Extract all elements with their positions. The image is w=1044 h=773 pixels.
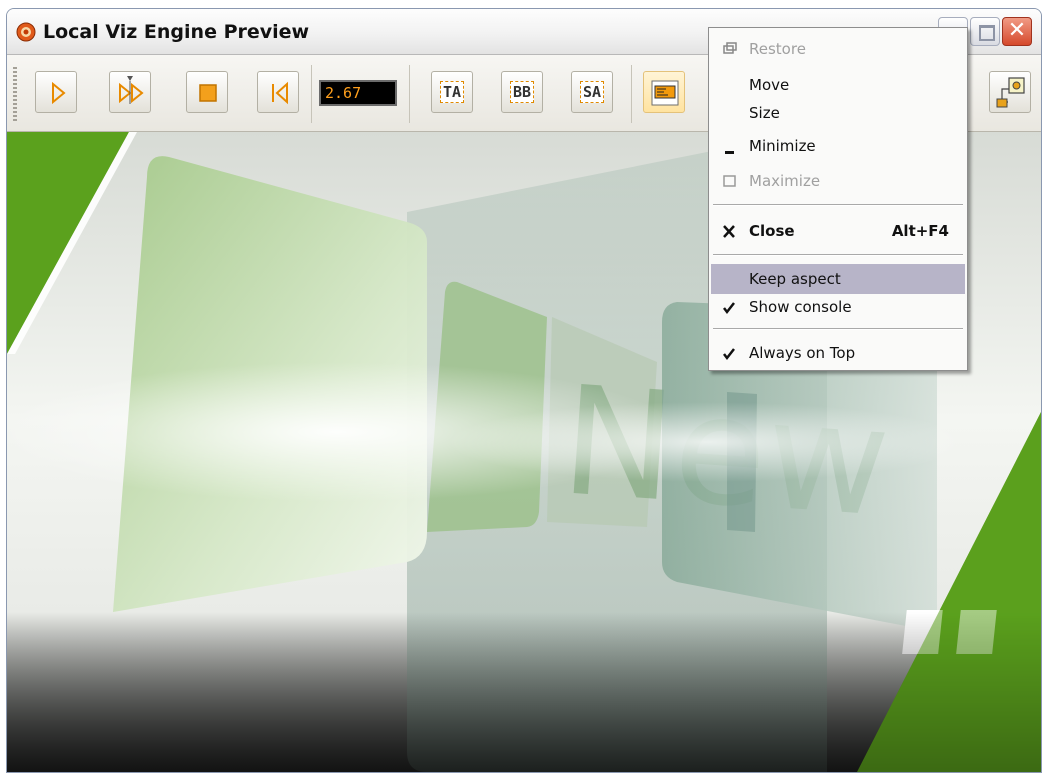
layout-button[interactable]	[643, 71, 685, 113]
menu-label: Close	[749, 222, 795, 240]
play-icon	[52, 81, 66, 105]
rewind-button[interactable]	[257, 71, 299, 113]
menu-item-move[interactable]: Move	[711, 70, 965, 100]
bb-button-label: BB	[509, 81, 535, 103]
menu-label: Restore	[749, 40, 806, 58]
restore-icon	[719, 38, 741, 60]
toolbar-separator	[409, 65, 410, 123]
menu-label: Keep aspect	[749, 270, 841, 288]
menu-item-show-console[interactable]: Show console	[711, 292, 965, 322]
timecode-display: 2.67	[319, 80, 397, 106]
stop-button[interactable]	[186, 71, 228, 113]
menu-separator	[713, 204, 963, 206]
layout-icon	[651, 80, 679, 106]
continue-button[interactable]	[109, 71, 151, 113]
maximize-icon	[719, 170, 741, 192]
continue-icon	[119, 76, 144, 104]
sa-button-label: SA	[579, 81, 605, 103]
maximize-window-button[interactable]	[970, 17, 1000, 46]
window-title: Local Viz Engine Preview	[43, 21, 310, 43]
menu-item-always-on-top[interactable]: Always on Top	[711, 338, 965, 368]
menu-label: Show console	[749, 298, 852, 316]
menu-label: Always on Top	[749, 344, 856, 362]
toolbar-grip[interactable]	[13, 67, 17, 121]
menu-label: Size	[749, 104, 780, 122]
connection-icon	[996, 77, 1025, 108]
menu-separator	[713, 254, 963, 256]
ta-button-label: TA	[439, 81, 465, 103]
close-window-button[interactable]: ✕	[1002, 17, 1032, 46]
close-x-icon	[719, 220, 741, 242]
menu-item-maximize[interactable]: Maximize	[711, 166, 965, 196]
system-menu: Restore Move Size Minimize Maximize Clos…	[708, 27, 968, 371]
connection-button[interactable]	[989, 71, 1031, 113]
checkmark-icon	[719, 342, 741, 364]
viz-app-icon	[16, 22, 36, 42]
stop-icon	[199, 84, 217, 102]
checkmark-icon	[719, 296, 741, 318]
menu-item-keep-aspect[interactable]: Keep aspect	[711, 264, 965, 294]
toolbar-separator	[311, 65, 312, 123]
menu-item-minimize[interactable]: Minimize	[711, 131, 965, 161]
menu-item-restore[interactable]: Restore	[711, 34, 965, 64]
minimize-icon	[719, 135, 741, 157]
bb-button[interactable]: BB	[501, 71, 543, 113]
menu-shortcut: Alt+F4	[891, 222, 949, 240]
menu-item-size[interactable]: Size	[711, 98, 965, 128]
menu-label: Move	[749, 76, 790, 94]
ta-button[interactable]: TA	[431, 71, 473, 113]
menu-label: Minimize	[749, 137, 816, 155]
sa-button[interactable]: SA	[571, 71, 613, 113]
toolbar-separator	[631, 65, 632, 123]
play-button[interactable]	[35, 71, 77, 113]
rewind-to-start-icon	[272, 81, 288, 105]
menu-label: Maximize	[749, 172, 821, 190]
menu-separator	[713, 328, 963, 330]
menu-item-close[interactable]: Close Alt+F4	[711, 216, 965, 246]
